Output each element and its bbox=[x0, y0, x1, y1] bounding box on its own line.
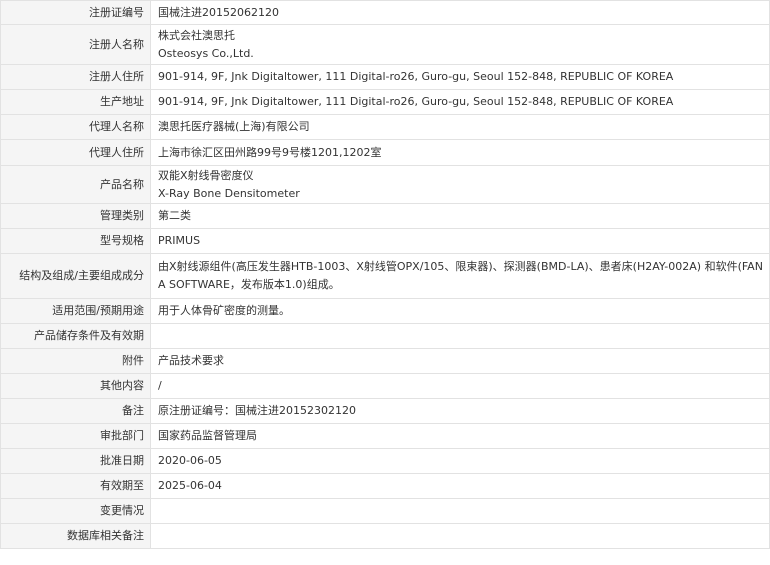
field-value: 澳思托医疗器械(上海)有限公司 bbox=[150, 114, 770, 140]
table-row: 产品储存条件及有效期 bbox=[0, 323, 770, 349]
field-value: 株式会社澳思托 Osteosys Co.,Ltd. bbox=[150, 24, 770, 65]
field-value-line: 株式会社澳思托 bbox=[158, 28, 235, 42]
table-row: 代理人名称 澳思托医疗器械(上海)有限公司 bbox=[0, 114, 770, 140]
field-value-line: 2025-06-04 bbox=[158, 479, 222, 492]
field-value: 双能X射线骨密度仪 X-Ray Bone Densitometer bbox=[150, 165, 770, 204]
field-value-line: 产品技术要求 bbox=[158, 354, 224, 367]
field-value-line: PRIMUS bbox=[158, 234, 201, 247]
field-value-line: 原注册证编号：国械注进20152302120 bbox=[158, 404, 356, 417]
field-value-line: 901-914, 9F, Jnk Digitaltower, 111 Digit… bbox=[158, 70, 674, 83]
field-value: 第二类 bbox=[150, 203, 770, 229]
registration-info-table: 注册证编号 国械注进20152062120 注册人名称 株式会社澳思托 Osteosys… bbox=[0, 0, 770, 549]
field-value-line: Osteosys Co.,Ltd. bbox=[158, 46, 254, 60]
table-row: 结构及组成/主要组成成分 由X射线源组件(高压发生器HTB-1003、X射线管OP… bbox=[0, 253, 770, 299]
field-value: 由X射线源组件(高压发生器HTB-1003、X射线管OPX/105、限束器)、探… bbox=[150, 253, 770, 299]
field-value-line: 上海市徐汇区田州路99号9号楼1201,1202室 bbox=[158, 145, 382, 159]
table-row: 生产地址 901-914, 9F, Jnk Digitaltower, 111 D… bbox=[0, 89, 770, 115]
field-value-line: 双能X射线骨密度仪 bbox=[158, 168, 254, 182]
field-value bbox=[150, 498, 770, 524]
field-value-line: 国械注进20152062120 bbox=[158, 5, 279, 19]
field-label: 型号规格 bbox=[0, 228, 151, 254]
registration-info-body: 注册证编号 国械注进20152062120 注册人名称 株式会社澳思托 Osteosys… bbox=[0, 0, 770, 549]
field-value-line: X-Ray Bone Densitometer bbox=[158, 186, 300, 200]
field-label: 审批部门 bbox=[0, 423, 151, 449]
field-label: 其他内容 bbox=[0, 373, 151, 399]
field-value: / bbox=[150, 373, 770, 399]
field-label: 数据库相关备注 bbox=[0, 523, 151, 549]
table-row: 数据库相关备注 bbox=[0, 523, 770, 549]
table-row: 有效期至 2025-06-04 bbox=[0, 473, 770, 499]
table-row: 型号规格 PRIMUS bbox=[0, 228, 770, 254]
field-label: 结构及组成/主要组成成分 bbox=[0, 253, 151, 299]
field-value-line: 用于人体骨矿密度的测量。 bbox=[158, 304, 290, 317]
table-row: 变更情况 bbox=[0, 498, 770, 524]
field-value: 国械注进20152062120 bbox=[150, 0, 770, 25]
field-label: 有效期至 bbox=[0, 473, 151, 499]
field-value: 2020-06-05 bbox=[150, 448, 770, 474]
field-value: 901-914, 9F, Jnk Digitaltower, 111 Digit… bbox=[150, 89, 770, 115]
field-label: 附件 bbox=[0, 348, 151, 374]
field-label: 生产地址 bbox=[0, 89, 151, 115]
table-row: 注册人住所 901-914, 9F, Jnk Digitaltower, 111 … bbox=[0, 64, 770, 90]
field-label: 适用范围/预期用途 bbox=[0, 298, 151, 324]
field-value: 901-914, 9F, Jnk Digitaltower, 111 Digit… bbox=[150, 64, 770, 90]
field-label: 代理人名称 bbox=[0, 114, 151, 140]
field-value: 国家药品监督管理局 bbox=[150, 423, 770, 449]
table-row: 适用范围/预期用途 用于人体骨矿密度的测量。 bbox=[0, 298, 770, 324]
field-value: 2025-06-04 bbox=[150, 473, 770, 499]
field-label: 产品储存条件及有效期 bbox=[0, 323, 151, 349]
field-label: 变更情况 bbox=[0, 498, 151, 524]
field-value-line: 由X射线源组件(高压发生器HTB-1003、X射线管OPX/105、限束器)、探… bbox=[158, 260, 763, 291]
field-value-line: / bbox=[158, 379, 162, 392]
table-row: 审批部门 国家药品监督管理局 bbox=[0, 423, 770, 449]
field-label: 代理人住所 bbox=[0, 139, 151, 166]
table-row: 管理类别 第二类 bbox=[0, 203, 770, 229]
field-label: 注册证编号 bbox=[0, 0, 151, 25]
field-value: PRIMUS bbox=[150, 228, 770, 254]
field-value-line: 国家药品监督管理局 bbox=[158, 429, 257, 442]
table-row: 注册证编号 国械注进20152062120 bbox=[0, 0, 770, 25]
table-row: 注册人名称 株式会社澳思托 Osteosys Co.,Ltd. bbox=[0, 24, 770, 65]
field-label: 管理类别 bbox=[0, 203, 151, 229]
field-label: 产品名称 bbox=[0, 165, 151, 204]
table-row: 其他内容 / bbox=[0, 373, 770, 399]
field-label: 注册人名称 bbox=[0, 24, 151, 65]
table-row: 附件 产品技术要求 bbox=[0, 348, 770, 374]
field-value bbox=[150, 323, 770, 349]
table-row: 产品名称 双能X射线骨密度仪 X-Ray Bone Densitometer bbox=[0, 165, 770, 204]
field-value-line: 901-914, 9F, Jnk Digitaltower, 111 Digit… bbox=[158, 95, 674, 108]
field-value-line: 2020-06-05 bbox=[158, 454, 222, 467]
field-label: 批准日期 bbox=[0, 448, 151, 474]
field-value-line: 澳思托医疗器械(上海)有限公司 bbox=[158, 120, 310, 133]
field-value: 用于人体骨矿密度的测量。 bbox=[150, 298, 770, 324]
field-value bbox=[150, 523, 770, 549]
field-value: 上海市徐汇区田州路99号9号楼1201,1202室 bbox=[150, 139, 770, 166]
field-value-line: 第二类 bbox=[158, 209, 191, 222]
field-label: 注册人住所 bbox=[0, 64, 151, 90]
field-value: 产品技术要求 bbox=[150, 348, 770, 374]
table-row: 代理人住所 上海市徐汇区田州路99号9号楼1201,1202室 bbox=[0, 139, 770, 166]
table-row: 批准日期 2020-06-05 bbox=[0, 448, 770, 474]
field-label: 备注 bbox=[0, 398, 151, 424]
table-row: 备注 原注册证编号：国械注进20152302120 bbox=[0, 398, 770, 424]
field-value: 原注册证编号：国械注进20152302120 bbox=[150, 398, 770, 424]
